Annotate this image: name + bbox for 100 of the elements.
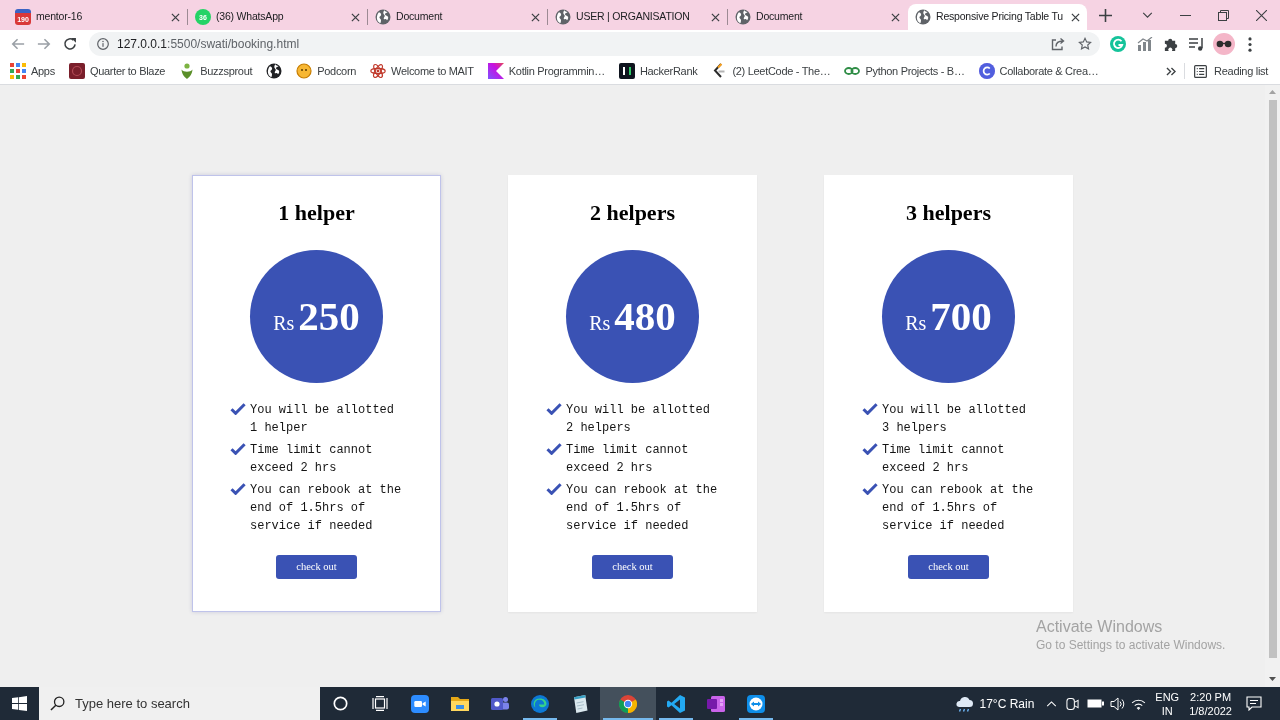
notification-icon[interactable] — [1246, 696, 1262, 711]
bookmark-link[interactable]: Quarter to Blaze — [68, 62, 166, 80]
wifi-icon[interactable] — [1131, 697, 1147, 710]
camera-icon[interactable] — [1066, 696, 1080, 711]
plan-title: 3 helpers — [906, 199, 991, 227]
price-amount: 250 — [298, 296, 360, 337]
star-icon[interactable] — [1078, 37, 1092, 51]
globe-icon — [915, 9, 931, 25]
checkout-button[interactable]: check out — [908, 555, 989, 579]
currency-label: Rs — [273, 313, 295, 333]
checkout-button[interactable]: check out — [276, 555, 357, 579]
speaker-icon[interactable] — [1110, 696, 1126, 711]
double-arrow-icon — [747, 694, 765, 713]
bookmark-link[interactable]: Podcorn — [296, 62, 357, 80]
globe-icon — [555, 9, 571, 25]
reading-list-button[interactable]: Reading list — [1194, 62, 1268, 80]
price-amount: 480 — [614, 296, 676, 337]
double-chevron-icon[interactable] — [1166, 66, 1177, 76]
globe-icon — [375, 9, 391, 25]
feature-text: Time limit cannot exceed 2 hrs — [882, 442, 1006, 477]
square-logo-icon — [618, 63, 635, 79]
people-tile-icon — [491, 694, 509, 713]
globe-icon — [735, 9, 751, 25]
feature-text: You will be allotted 1 helper — [250, 402, 396, 437]
bookmark-link[interactable]: (2) LeetCode - The… — [711, 62, 831, 80]
more-menu-icon[interactable] — [1248, 36, 1252, 52]
info-icon[interactable] — [97, 38, 109, 50]
address-bar[interactable]: 127.0.0.1:5500/swati/booking.html — [89, 32, 1100, 56]
feature-text: You will be allotted 2 helpers — [566, 402, 712, 437]
bookmark-link[interactable]: Collaborate & Crea… — [978, 62, 1099, 80]
ring-icon[interactable] — [332, 696, 348, 711]
checkout-button[interactable]: check out — [592, 555, 673, 579]
restore-icon[interactable] — [1217, 9, 1229, 21]
share-icon[interactable] — [1051, 37, 1065, 51]
plan-title: 1 helper — [278, 199, 355, 227]
feature-text: Time limit cannot exceed 2 hrs — [250, 442, 374, 477]
check-icon — [230, 403, 246, 415]
plan-title: 2 helpers — [590, 199, 675, 227]
search-icon — [50, 696, 65, 711]
app-grid-icon — [10, 63, 26, 79]
atom-icon — [370, 63, 387, 79]
clock[interactable]: 2:20 PM 1/8/2022 — [1189, 689, 1232, 718]
minimize-icon[interactable] — [1179, 14, 1191, 16]
currency-label: Rs — [905, 313, 927, 333]
close-icon[interactable] — [711, 12, 720, 22]
feature-text: You can rebook at the end of 1.5hrs of service if needed — [250, 482, 403, 535]
check-icon — [546, 443, 562, 455]
task-view-icon[interactable] — [372, 696, 388, 711]
bookmark-link[interactable]: Buzzsprout — [179, 62, 253, 80]
check-icon — [862, 483, 878, 495]
check-icon — [230, 483, 246, 495]
back-arrow-icon[interactable] — [11, 37, 25, 51]
browser-tab[interactable]: USER | ORGANISATION — [548, 4, 727, 30]
rain-cloud-icon[interactable] — [953, 695, 974, 712]
swirl-icon — [531, 694, 549, 713]
bookmark-link[interactable]: Welcome to MAIT — [370, 62, 474, 80]
scroll-down-arrow-icon[interactable] — [1269, 677, 1276, 681]
forward-arrow-icon[interactable] — [37, 37, 51, 51]
feature-text: You can rebook at the end of 1.5hrs of service if needed — [566, 482, 719, 535]
bracket-logo-icon — [711, 63, 728, 79]
square-logo-icon — [68, 63, 85, 79]
playlist-icon[interactable] — [1189, 37, 1204, 51]
close-icon[interactable] — [1071, 12, 1080, 22]
windows-logo-icon[interactable] — [12, 696, 27, 711]
bookmark-link[interactable]: Python Projects - B… — [844, 62, 965, 80]
browser-tab[interactable]: Document — [728, 4, 907, 30]
bookmark-link[interactable]: Kotlin Programmin… — [487, 62, 605, 80]
bookmark-link[interactable]: HackerRank — [618, 62, 698, 80]
feature-text: You will be allotted 3 helpers — [882, 402, 1028, 437]
language-indicator[interactable]: ENG IN — [1155, 689, 1180, 718]
check-icon — [862, 443, 878, 455]
bookmark-link[interactable]: Apps — [10, 62, 55, 80]
avatar-glasses-icon[interactable] — [1213, 33, 1235, 55]
notebook-icon — [707, 694, 725, 713]
close-icon[interactable] — [1255, 9, 1267, 21]
browser-tab[interactable]: Responsive Pricing Table Tu — [908, 4, 1087, 30]
currency-label: Rs — [589, 313, 611, 333]
reload-icon[interactable] — [63, 37, 77, 51]
bar-chart-icon[interactable] — [1137, 37, 1153, 51]
browser-tab[interactable]: Document — [368, 4, 547, 30]
activation-title: Activate Windows — [1036, 617, 1164, 637]
plus-icon[interactable] — [1099, 8, 1112, 22]
check-icon — [546, 403, 562, 415]
puzzle-icon[interactable] — [1163, 36, 1178, 52]
close-icon[interactable] — [891, 12, 900, 22]
close-icon[interactable] — [531, 12, 540, 22]
reading-list-icon — [1194, 64, 1208, 78]
weather-text[interactable]: 17°C Rain — [979, 694, 1035, 713]
globe-icon[interactable] — [266, 63, 283, 79]
chevron-down-icon[interactable] — [1141, 12, 1153, 18]
face-logo-icon — [296, 63, 313, 79]
battery-icon[interactable] — [1087, 699, 1105, 708]
scrollbar-thumb[interactable] — [1268, 100, 1277, 658]
chevron-up-icon[interactable] — [1046, 700, 1058, 707]
video-camera-icon — [411, 694, 429, 713]
close-icon[interactable] — [171, 12, 180, 22]
close-icon[interactable] — [351, 12, 360, 22]
search-field[interactable]: Type here to search — [39, 687, 320, 720]
ribbon-logo-icon — [667, 694, 685, 713]
round-logo-icon — [619, 694, 637, 713]
